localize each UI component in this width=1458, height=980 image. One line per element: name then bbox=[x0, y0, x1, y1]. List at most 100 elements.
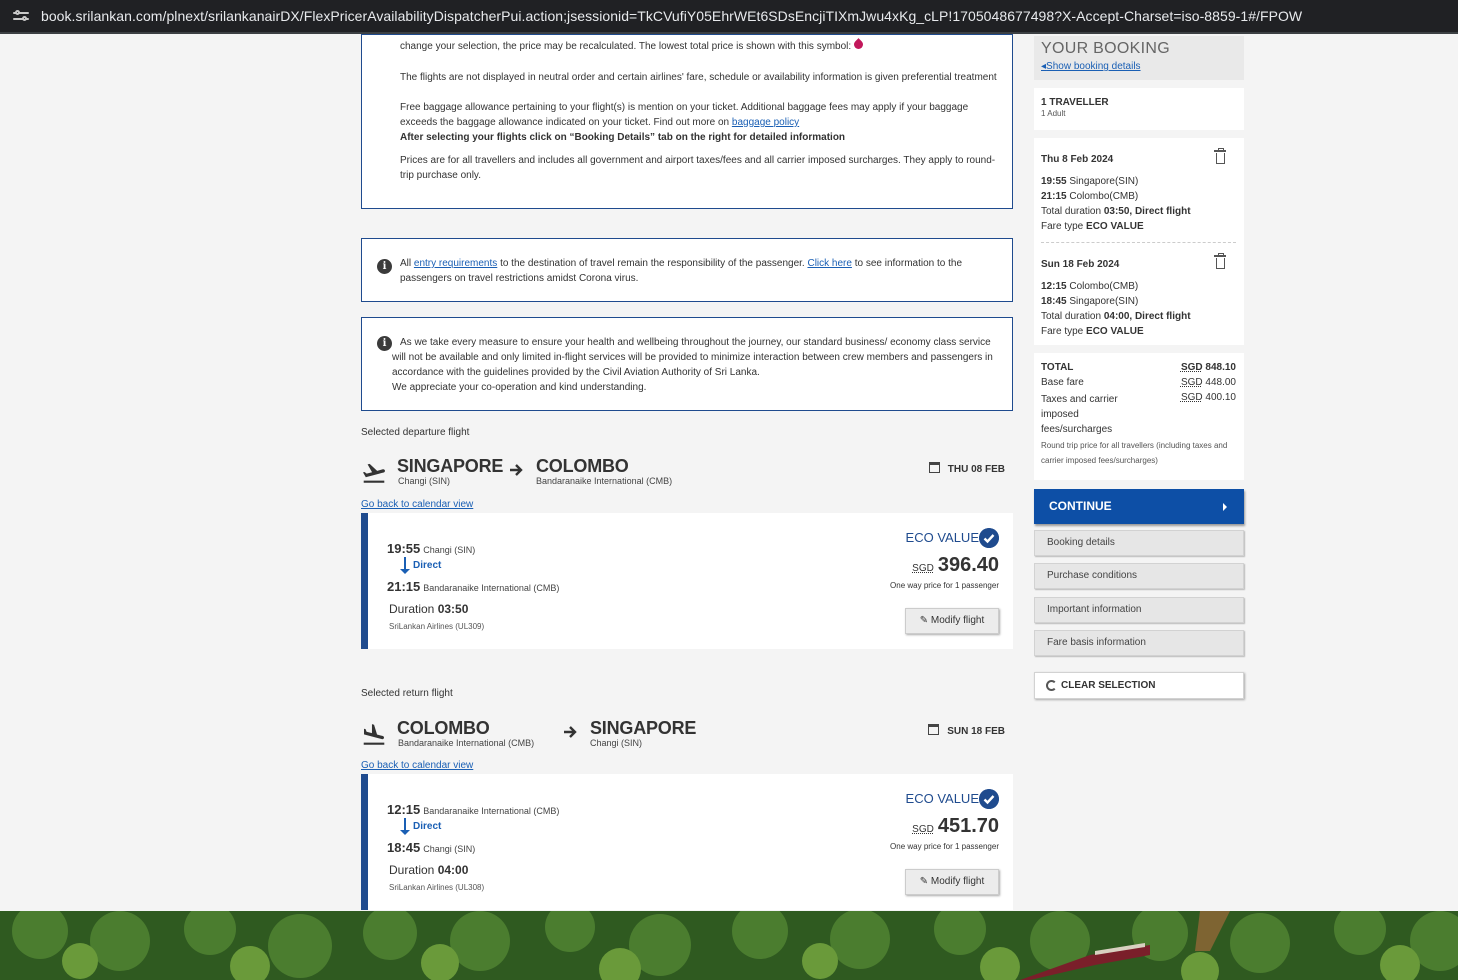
important-information-tab[interactable]: Important information bbox=[1034, 597, 1244, 623]
info-icon: i bbox=[377, 336, 392, 351]
taxes-row: Taxes and carrier imposed fees/surcharge… bbox=[1041, 392, 1236, 435]
price-summary-panel: TOTAL SGD 848.10 Base fare SGD 448.00 Taxe… bbox=[1034, 353, 1244, 480]
url-text[interactable]: book.srilankan.com/plnext/srilankanairDX… bbox=[41, 8, 1302, 24]
departure-dep-time: 19:55 Changi (SIN) bbox=[387, 541, 476, 556]
departure-flight-card: 19:55 Changi (SIN) Direct 21:15 Bandaranai… bbox=[361, 513, 1013, 649]
return-duration: Duration 04:00 bbox=[389, 863, 469, 877]
calendar-icon bbox=[928, 724, 940, 735]
footer-scenic-image bbox=[0, 911, 1458, 980]
click-here-link[interactable]: Click here bbox=[807, 258, 851, 269]
purchase-conditions-tab[interactable]: Purchase conditions bbox=[1034, 563, 1244, 589]
return-date: SUN 18 FEB bbox=[928, 724, 1005, 737]
outbound-arrival: 21:15 Colombo(CMB) bbox=[1041, 191, 1139, 202]
outbound-departure: 19:55 Singapore(SIN) bbox=[1041, 176, 1139, 187]
departure-price-note: One way price for 1 passenger bbox=[890, 581, 999, 590]
departure-to-airport: Bandaranaike International (CMB) bbox=[536, 476, 673, 486]
inbound-departure: 12:15 Colombo(CMB) bbox=[1041, 281, 1139, 292]
departure-airline: SriLankan Airlines (UL309) bbox=[389, 622, 485, 631]
prices-note: Prices are for all travellers and includ… bbox=[400, 155, 996, 181]
site-info-icon[interactable] bbox=[13, 9, 31, 23]
clear-selection-button[interactable]: CLEAR SELECTION bbox=[1034, 672, 1244, 699]
traveller-type: 1 Adult bbox=[1041, 109, 1066, 118]
departure-from-city: SINGAPORE bbox=[397, 456, 504, 476]
check-circle-icon bbox=[979, 528, 999, 548]
departure-arr-time: 21:15 Bandaranaike International (CMB) bbox=[387, 579, 560, 594]
calendar-icon bbox=[928, 462, 940, 473]
forest-illustration bbox=[0, 911, 1458, 980]
health-info-text: As we take every measure to ensure your … bbox=[392, 337, 993, 378]
your-booking-title: YOUR BOOKING bbox=[1041, 40, 1170, 57]
health-info-thanks: We appreciate your co-operation and kind… bbox=[392, 382, 647, 393]
departure-duration: Duration 03:50 bbox=[389, 602, 469, 616]
traveller-count: 1 TRAVELLER bbox=[1041, 97, 1109, 108]
departure-to-city: COLOMBO bbox=[536, 456, 629, 476]
health-info-box: i As we take every measure to ensure you… bbox=[361, 317, 1013, 411]
return-to-city: SINGAPORE bbox=[590, 718, 697, 738]
return-back-to-calendar-link[interactable]: Go back to calendar view bbox=[361, 760, 473, 771]
traveller-panel: 1 TRAVELLER 1 Adult bbox=[1034, 88, 1244, 130]
return-price: SGD 451.70 bbox=[912, 815, 999, 837]
direct-arrow-head bbox=[400, 830, 410, 835]
continue-button[interactable]: CONTINUE bbox=[1034, 489, 1244, 524]
total-row: TOTAL SGD 848.10 bbox=[1041, 362, 1236, 373]
neutral-order-note: The flights are not displayed in neutral… bbox=[400, 72, 997, 83]
inbound-fare-type: Fare type ECO VALUE bbox=[1041, 326, 1144, 337]
direct-arrow-head bbox=[400, 569, 410, 574]
itinerary-panel: Thu 8 Feb 2024 19:55 Singapore(SIN) 21:1… bbox=[1034, 138, 1244, 345]
outbound-fare-type: Fare type ECO VALUE bbox=[1041, 221, 1144, 232]
entry-requirements-box: i All entry requirements to the destinat… bbox=[361, 238, 1013, 302]
fare-basis-information-tab[interactable]: Fare basis information bbox=[1034, 630, 1244, 656]
return-direct-label: Direct bbox=[413, 821, 442, 832]
check-circle-icon bbox=[979, 789, 999, 809]
baggage-note: Free baggage allowance pertaining to you… bbox=[400, 102, 969, 128]
departure-date: THU 08 FEB bbox=[928, 462, 1005, 475]
price-recalc-note: change your selection, the price may be … bbox=[400, 38, 1000, 54]
show-booking-details-link[interactable]: ◂Show booking details bbox=[1041, 61, 1237, 72]
lowest-price-symbol bbox=[852, 38, 865, 51]
trash-icon[interactable] bbox=[1214, 253, 1226, 269]
edit-icon: ✎ bbox=[919, 615, 931, 626]
departure-price: SGD 396.40 bbox=[912, 554, 999, 576]
return-flight-card: 12:15 Bandaranaike International (CMB) Di… bbox=[361, 774, 1013, 910]
return-fare-type: ECO VALUE bbox=[905, 791, 979, 806]
inbound-date: Sun 18 Feb 2024 bbox=[1041, 259, 1120, 270]
base-fare-row: Base fare SGD 448.00 bbox=[1041, 377, 1236, 388]
return-from-city: COLOMBO bbox=[397, 718, 490, 738]
booking-details-tab[interactable]: Booking details bbox=[1034, 530, 1244, 556]
departure-fare-type: ECO VALUE bbox=[905, 530, 979, 545]
departure-modify-flight-button[interactable]: ✎ Modify flight bbox=[905, 608, 999, 634]
info-icon: i bbox=[377, 259, 392, 274]
inbound-arrival: 18:45 Singapore(SIN) bbox=[1041, 296, 1139, 307]
arrow-right-icon bbox=[510, 464, 523, 476]
departure-section-label: Selected departure flight bbox=[361, 427, 470, 438]
departure-back-to-calendar-link[interactable]: Go back to calendar view bbox=[361, 499, 473, 510]
return-modify-flight-button[interactable]: ✎ Modify flight bbox=[905, 869, 999, 895]
arrow-right-icon bbox=[564, 726, 577, 738]
round-trip-note: Round trip price for all travellers (inc… bbox=[1041, 441, 1228, 465]
divider bbox=[1041, 242, 1236, 243]
fare-notice-box: change your selection, the price may be … bbox=[361, 34, 1013, 209]
return-route: COLOMBO Bandaranaike International (CMB)… bbox=[361, 718, 1013, 758]
return-arr-time: 18:45 Changi (SIN) bbox=[387, 840, 476, 855]
address-bar[interactable]: book.srilankan.com/plnext/srilankanairDX… bbox=[0, 0, 1458, 34]
entry-requirements-text: All entry requirements to the destinatio… bbox=[400, 258, 963, 284]
departure-direct-label: Direct bbox=[413, 560, 442, 571]
trash-icon[interactable] bbox=[1214, 148, 1226, 164]
inbound-duration: Total duration 04:00, Direct flight bbox=[1041, 311, 1191, 322]
departure-from-airport: Changi (SIN) bbox=[398, 476, 451, 486]
your-booking-header: YOUR BOOKING ◂Show booking details bbox=[1034, 36, 1244, 80]
baggage-policy-link[interactable]: baggage policy bbox=[732, 117, 799, 128]
page-content: change your selection, the price may be … bbox=[0, 34, 1458, 911]
outbound-duration: Total duration 03:50, Direct flight bbox=[1041, 206, 1191, 217]
return-from-airport: Bandaranaike International (CMB) bbox=[398, 738, 535, 748]
plane-departure-icon bbox=[362, 463, 385, 483]
refresh-icon bbox=[1046, 680, 1057, 691]
entry-requirements-link[interactable]: entry requirements bbox=[414, 258, 497, 269]
booking-details-note: After selecting your flights click on “B… bbox=[400, 132, 846, 143]
chevron-right-icon bbox=[1223, 503, 1227, 511]
outbound-date: Thu 8 Feb 2024 bbox=[1041, 154, 1114, 165]
return-section-label: Selected return flight bbox=[361, 688, 453, 699]
return-dep-time: 12:15 Bandaranaike International (CMB) bbox=[387, 802, 560, 817]
edit-icon: ✎ bbox=[919, 876, 931, 887]
return-price-note: One way price for 1 passenger bbox=[890, 842, 999, 851]
